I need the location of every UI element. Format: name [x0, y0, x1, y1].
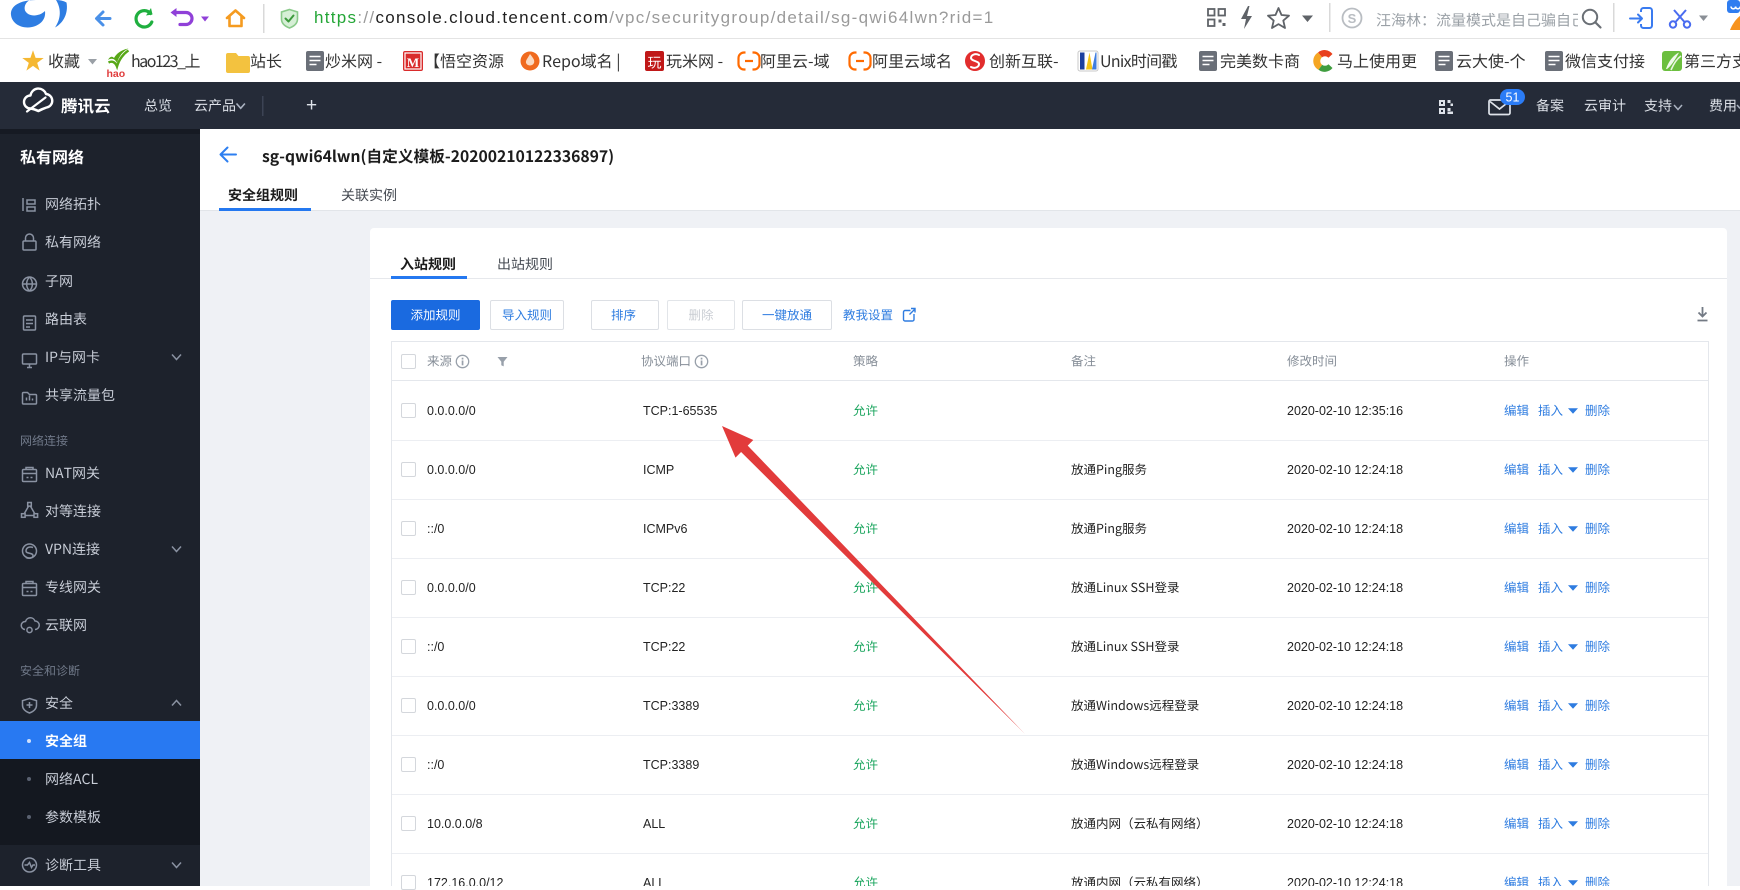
- svg-text:10.0.0.0/8: 10.0.0.0/8: [427, 817, 483, 831]
- svg-text:2020-02-10 12:24:18: 2020-02-10 12:24:18: [1287, 758, 1403, 772]
- svg-text:M: M: [407, 55, 419, 70]
- svg-text:2020-02-10 12:24:18: 2020-02-10 12:24:18: [1287, 876, 1403, 886]
- svg-text:0.0.0.0/0: 0.0.0.0/0: [427, 404, 476, 418]
- svg-text:::/0: ::/0: [427, 522, 444, 536]
- svg-text:TCP:22: TCP:22: [643, 581, 685, 595]
- svg-text:2020-02-10 12:24:18: 2020-02-10 12:24:18: [1287, 581, 1403, 595]
- svg-text:TCP:3389: TCP:3389: [643, 758, 699, 772]
- svg-text:0.0.0.0/0: 0.0.0.0/0: [427, 699, 476, 713]
- svg-text:https://console.cloud.tencent.: https://console.cloud.tencent.com/vpc/se…: [314, 8, 994, 27]
- svg-text:ICMP: ICMP: [643, 463, 674, 477]
- svg-text:ICMPv6: ICMPv6: [643, 522, 688, 536]
- svg-text:ALL: ALL: [643, 876, 665, 886]
- svg-text:172.16.0.0/12: 172.16.0.0/12: [427, 876, 504, 886]
- svg-text:2020-02-10 12:24:18: 2020-02-10 12:24:18: [1287, 522, 1403, 536]
- svg-text:51: 51: [1506, 91, 1520, 105]
- svg-text:+: +: [306, 95, 317, 116]
- svg-text:2020-02-10 12:24:18: 2020-02-10 12:24:18: [1287, 463, 1403, 477]
- svg-text:0.0.0.0/0: 0.0.0.0/0: [427, 581, 476, 595]
- svg-text:2020-02-10 12:24:18: 2020-02-10 12:24:18: [1287, 817, 1403, 831]
- svg-text:2020-02-10 12:24:18: 2020-02-10 12:24:18: [1287, 699, 1403, 713]
- svg-text:2020-02-10 12:24:18: 2020-02-10 12:24:18: [1287, 640, 1403, 654]
- svg-text:::/0: ::/0: [427, 758, 444, 772]
- svg-text:::/0: ::/0: [427, 640, 444, 654]
- svg-text:TCP:1-65535: TCP:1-65535: [643, 404, 717, 418]
- svg-text:ALL: ALL: [643, 817, 665, 831]
- svg-text:0.0.0.0/0: 0.0.0.0/0: [427, 463, 476, 477]
- svg-text:S: S: [1348, 11, 1357, 26]
- svg-text:2020-02-10 12:35:16: 2020-02-10 12:35:16: [1287, 404, 1403, 418]
- svg-text:TCP:22: TCP:22: [643, 640, 685, 654]
- svg-text:hao: hao: [107, 68, 126, 80]
- svg-text:TCP:3389: TCP:3389: [643, 699, 699, 713]
